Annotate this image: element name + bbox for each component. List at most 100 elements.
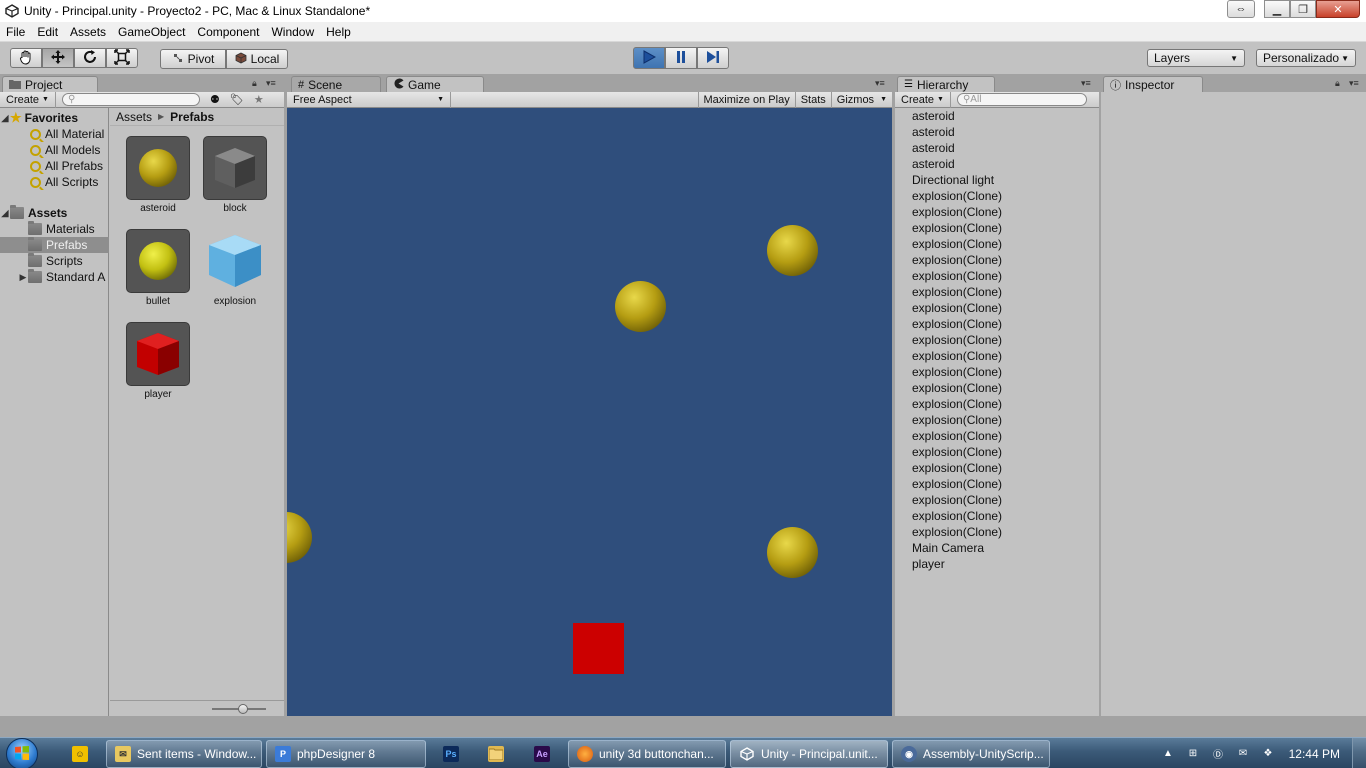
favorites-header[interactable]: ◢ ★ Favorites <box>0 110 109 126</box>
hierarchy-item[interactable]: explosion(Clone) <box>912 300 1099 316</box>
taskbar-item[interactable]: ◉ Assembly-UnityScrip... <box>892 740 1050 768</box>
tab-scene[interactable]: # Scene <box>291 76 381 92</box>
prefab-player[interactable]: player <box>120 322 196 400</box>
favorite-star-icon[interactable]: ★ <box>254 93 264 106</box>
prefab-bullet[interactable]: bullet <box>120 229 196 307</box>
hierarchy-item[interactable]: explosion(Clone) <box>912 412 1099 428</box>
switch-window-icon[interactable]: ⇔ <box>1227 0 1255 18</box>
lock-icon[interactable]: 🔒︎ <box>252 78 257 89</box>
hierarchy-item[interactable]: explosion(Clone) <box>912 524 1099 540</box>
breadcrumb-current[interactable]: Prefabs <box>170 110 214 124</box>
hierarchy-item[interactable]: asteroid <box>912 156 1099 172</box>
folder-prefabs[interactable]: Prefabs <box>0 237 109 253</box>
scale-tool-button[interactable] <box>106 48 138 68</box>
expand-arrow-icon[interactable]: ◢ <box>0 113 10 124</box>
hierarchy-item[interactable]: explosion(Clone) <box>912 236 1099 252</box>
maximize-button[interactable]: ❐ <box>1290 0 1316 18</box>
hierarchy-item[interactable]: explosion(Clone) <box>912 268 1099 284</box>
pivot-button[interactable]: Pivot <box>160 49 226 69</box>
game-viewport[interactable] <box>287 108 892 716</box>
prefab-explosion[interactable]: explosion <box>197 229 273 307</box>
minimize-button[interactable]: ▁ <box>1264 0 1290 18</box>
local-button[interactable]: Local <box>226 49 288 69</box>
lock-icon[interactable]: 🔒︎ <box>1335 78 1340 89</box>
hierarchy-item[interactable]: explosion(Clone) <box>912 380 1099 396</box>
hierarchy-item[interactable]: Main Camera <box>912 540 1099 556</box>
start-button[interactable] <box>6 738 38 768</box>
hierarchy-item[interactable]: explosion(Clone) <box>912 364 1099 380</box>
hierarchy-item[interactable]: player <box>912 556 1099 572</box>
hierarchy-item[interactable]: explosion(Clone) <box>912 284 1099 300</box>
folder-materials[interactable]: Materials <box>0 221 109 237</box>
hierarchy-item[interactable]: explosion(Clone) <box>912 188 1099 204</box>
taskbar-item[interactable]: ✉ Sent items - Window... <box>106 740 262 768</box>
tab-inspector[interactable]: ⓘ Inspector <box>1103 76 1203 92</box>
folder-standard-assets[interactable]: ▶ Standard A <box>0 269 109 285</box>
hierarchy-item[interactable]: explosion(Clone) <box>912 428 1099 444</box>
hierarchy-item[interactable]: explosion(Clone) <box>912 220 1099 236</box>
menu-assets[interactable]: Assets <box>64 25 112 39</box>
panel-menu-icon[interactable]: ▾≡ <box>266 78 276 89</box>
dropbox-icon[interactable]: ❖ <box>1260 746 1276 762</box>
pinned-app[interactable] <box>478 740 514 768</box>
play-button[interactable] <box>633 47 665 69</box>
pinned-app[interactable]: Ps <box>433 740 469 768</box>
hierarchy-item[interactable]: explosion(Clone) <box>912 316 1099 332</box>
favorite-all-scripts[interactable]: All Scripts <box>0 174 109 190</box>
step-button[interactable] <box>697 47 729 69</box>
show-hidden-icons-icon[interactable]: ▲ <box>1160 746 1176 762</box>
menu-edit[interactable]: Edit <box>31 25 64 39</box>
create-dropdown[interactable]: Create ▼ <box>0 91 56 108</box>
hand-tool-button[interactable] <box>10 48 42 68</box>
hierarchy-item[interactable]: explosion(Clone) <box>912 508 1099 524</box>
tab-project[interactable]: Project <box>2 76 98 92</box>
assets-header[interactable]: ◢ Assets <box>0 205 109 221</box>
create-dropdown[interactable]: Create ▼ <box>895 91 951 108</box>
filter-label-icon[interactable]: 🏷︎ <box>230 93 244 106</box>
hierarchy-item[interactable]: explosion(Clone) <box>912 396 1099 412</box>
favorite-all-models[interactable]: All Models <box>0 142 109 158</box>
prefab-block[interactable]: block <box>197 136 273 214</box>
hierarchy-search-input[interactable]: ⚲ All <box>956 93 1087 106</box>
aspect-dropdown[interactable]: Free Aspect ▼ <box>287 91 451 108</box>
panel-menu-icon[interactable]: ▾≡ <box>1349 78 1359 89</box>
network-icon[interactable]: ⊞ <box>1185 746 1201 762</box>
thumbnail-size-slider[interactable] <box>238 704 248 714</box>
panel-menu-icon[interactable]: ▾≡ <box>875 78 885 89</box>
hierarchy-item[interactable]: Directional light <box>912 172 1099 188</box>
menu-window[interactable]: Window <box>265 25 320 39</box>
move-tool-button[interactable] <box>42 48 74 68</box>
folder-scripts[interactable]: Scripts <box>0 253 109 269</box>
prefab-asteroid[interactable]: asteroid <box>120 136 196 214</box>
tab-game[interactable]: Game <box>386 76 484 92</box>
layout-dropdown[interactable]: Personalizado ▼ <box>1256 49 1356 67</box>
favorite-all-materials[interactable]: All Material <box>0 126 109 142</box>
project-search-input[interactable]: ⚲ <box>61 93 200 106</box>
hierarchy-item[interactable]: explosion(Clone) <box>912 252 1099 268</box>
hierarchy-item[interactable]: asteroid <box>912 108 1099 124</box>
maximize-on-play-toggle[interactable]: Maximize on Play <box>697 91 795 108</box>
hierarchy-item[interactable]: explosion(Clone) <box>912 476 1099 492</box>
favorite-all-prefabs[interactable]: All Prefabs <box>0 158 109 174</box>
menu-help[interactable]: Help <box>320 25 357 39</box>
show-desktop-button[interactable] <box>1352 738 1366 768</box>
tab-hierarchy[interactable]: ☰ Hierarchy <box>897 76 995 92</box>
hierarchy-item[interactable]: explosion(Clone) <box>912 492 1099 508</box>
gizmos-toggle[interactable]: Gizmos ▼ <box>830 91 892 108</box>
taskbar-item[interactable]: Unity - Principal.unit... <box>730 740 888 768</box>
pause-button[interactable] <box>665 47 697 69</box>
d-app-icon[interactable]: Ⓓ <box>1210 746 1226 762</box>
expand-arrow-icon[interactable]: ◢ <box>0 208 10 219</box>
pinned-app[interactable]: Ae <box>524 740 560 768</box>
collapse-arrow-icon[interactable]: ▶ <box>18 272 28 283</box>
hierarchy-item[interactable]: explosion(Clone) <box>912 460 1099 476</box>
hierarchy-item[interactable]: explosion(Clone) <box>912 444 1099 460</box>
close-button[interactable]: ✕ <box>1316 0 1360 18</box>
hierarchy-item[interactable]: explosion(Clone) <box>912 348 1099 364</box>
menu-file[interactable]: File <box>0 25 31 39</box>
hierarchy-item[interactable]: asteroid <box>912 140 1099 156</box>
stats-toggle[interactable]: Stats <box>794 91 831 108</box>
layers-dropdown[interactable]: Layers ▼ <box>1147 49 1245 67</box>
menu-gameobject[interactable]: GameObject <box>112 25 191 39</box>
hierarchy-item[interactable]: explosion(Clone) <box>912 332 1099 348</box>
